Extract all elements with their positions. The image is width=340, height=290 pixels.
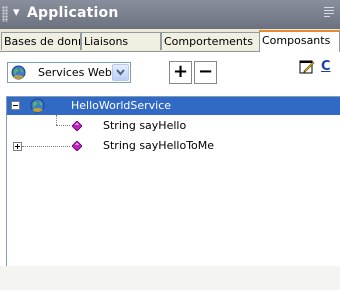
tab-behaviors[interactable]: Comportements (161, 32, 260, 50)
panel-options-icon[interactable] (324, 6, 336, 18)
collapse-toggle-icon[interactable] (11, 101, 20, 110)
tab-label: Composants (262, 34, 331, 47)
component-type-dropdown[interactable]: Services Web (7, 62, 131, 83)
refresh-button[interactable]: C (319, 59, 340, 75)
tree-item-label: String sayHelloToMe (103, 139, 215, 152)
method-diamond-icon (72, 141, 82, 151)
edit-icon[interactable] (299, 59, 315, 75)
tab-bindings[interactable]: Liaisons (81, 32, 161, 50)
dropdown-arrow-button[interactable] (112, 64, 129, 81)
application-panel: ▾ Application Bases de donné Liaisons Co… (0, 0, 340, 290)
drag-grip-icon[interactable] (2, 6, 8, 22)
panel-status-bar (0, 266, 340, 290)
components-tree[interactable]: HelloWorldService String sayHello String… (6, 96, 340, 267)
method-diamond-icon (72, 121, 82, 131)
tab-label: Bases de donné (4, 35, 80, 48)
tree-item-label: HelloWorldService (71, 99, 172, 112)
tree-item-method[interactable]: String sayHello (7, 117, 340, 135)
collapse-arrow-icon[interactable]: ▾ (13, 5, 20, 21)
refresh-label: C (321, 59, 331, 74)
panel-title: Application (27, 5, 119, 21)
tree-item-method[interactable]: String sayHelloToMe (7, 137, 340, 155)
panel-title-bar[interactable]: ▾ Application (0, 0, 340, 29)
tree-connector (22, 146, 70, 148)
web-service-globe-icon (30, 98, 45, 113)
web-service-globe-icon (11, 65, 26, 80)
component-type-value: Services Web (38, 66, 112, 79)
chevron-down-icon (116, 69, 125, 76)
tree-item-label: String sayHello (103, 119, 187, 132)
tab-label: Liaisons (84, 35, 129, 48)
expand-toggle-icon[interactable] (13, 142, 22, 151)
tab-components[interactable]: Composants (259, 30, 340, 52)
remove-component-button[interactable]: − (194, 61, 217, 84)
tab-databases[interactable]: Bases de donné (1, 32, 81, 50)
components-toolbar: Services Web + − C (0, 52, 340, 96)
add-component-button[interactable]: + (169, 61, 192, 84)
tab-label: Comportements (164, 35, 253, 48)
tree-item-root[interactable]: HelloWorldService (7, 97, 340, 115)
tab-strip: Bases de donné Liaisons Comportements Co… (0, 29, 340, 52)
